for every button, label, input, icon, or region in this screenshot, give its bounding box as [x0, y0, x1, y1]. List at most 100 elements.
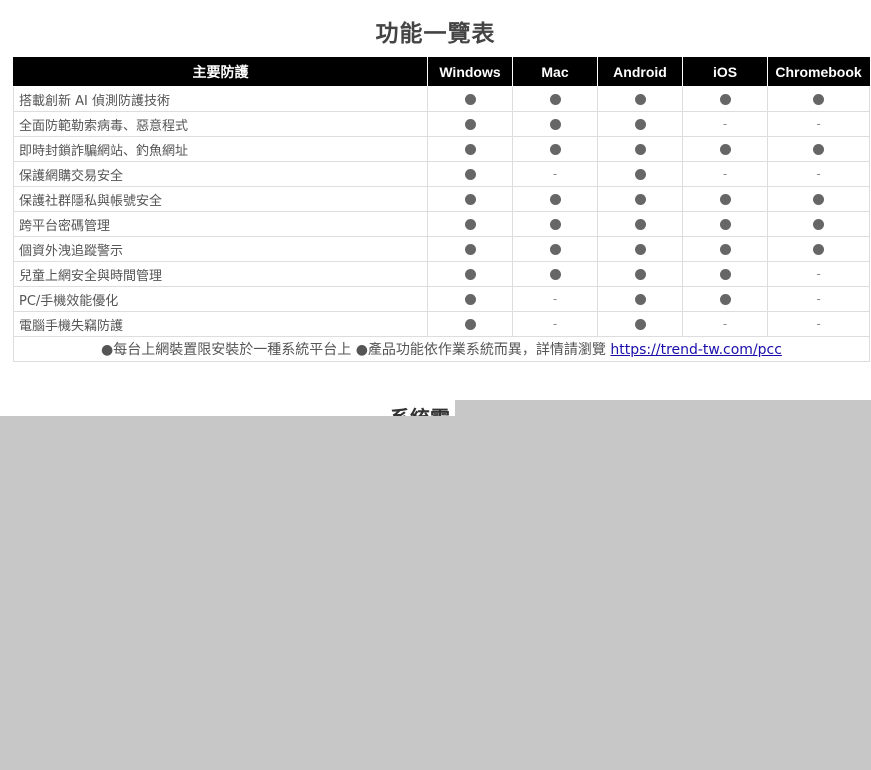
supported-dot-icon: [719, 268, 731, 280]
unsupported-dash: -: [722, 166, 728, 181]
unsupported-cell: -: [682, 111, 768, 137]
supported-dot-icon: [634, 168, 646, 180]
supported-dot-icon: [719, 293, 731, 305]
supported-dot-icon: [813, 193, 824, 205]
supported-cell: [427, 111, 513, 137]
supported-cell: [767, 136, 870, 162]
unsupported-cell: -: [512, 161, 598, 187]
supported-cell: [767, 236, 870, 262]
unsupported-cell: -: [512, 311, 598, 337]
supported-dot-icon: [549, 118, 561, 130]
supported-cell: [512, 136, 598, 162]
column-header: Chromebook: [767, 57, 870, 87]
supported-cell: [597, 236, 683, 262]
supported-dot-icon: [634, 218, 646, 230]
supported-dot-icon: [813, 218, 824, 230]
table-footer-row: ●每台上網裝置限安裝於一種系統平台上 ●產品功能依作業系統而異，詳情請瀏覽 ht…: [13, 336, 870, 362]
table-row: 搭載創新 AI 偵測防護技術: [13, 86, 870, 112]
unsupported-dash: -: [816, 316, 821, 331]
supported-cell: [767, 186, 870, 212]
feature-name: 跨平台密碼管理: [13, 211, 428, 237]
unsupported-cell: -: [767, 111, 870, 137]
supported-dot-icon: [634, 268, 646, 280]
table-row: 即時封鎖詐騙網站、釣魚網址: [13, 136, 870, 162]
supported-dot-icon: [813, 143, 824, 155]
supported-cell: [682, 136, 768, 162]
feature-name: 即時封鎖詐騙網站、釣魚網址: [13, 136, 428, 162]
feature-comparison-table: 主要防護 Windows Mac Android iOS Chromebook 搭載創新 …: [13, 57, 870, 362]
table-row: 跨平台密碼管理: [13, 211, 870, 237]
unsupported-dash: -: [552, 291, 558, 306]
table-row: 個資外洩追蹤警示: [13, 236, 870, 262]
feature-name: 兒童上網安全與時間管理: [13, 261, 428, 287]
footer-note: ●每台上網裝置限安裝於一種系統平台上 ●產品功能依作業系統而異，詳情請瀏覽 ht…: [13, 336, 870, 362]
supported-dot-icon: [464, 268, 476, 280]
feature-name: 個資外洩追蹤警示: [13, 236, 428, 262]
page-title: 功能一覽表: [375, 21, 496, 47]
loading-placeholder: [0, 416, 871, 770]
unsupported-cell: -: [767, 261, 870, 287]
unsupported-dash: -: [552, 166, 558, 181]
unsupported-cell: -: [767, 311, 870, 337]
feature-name: 搭載創新 AI 偵測防護技術: [13, 86, 428, 112]
table-row: 兒童上網安全與時間管理 -: [13, 261, 870, 287]
supported-dot-icon: [464, 118, 476, 130]
supported-dot-icon: [634, 293, 646, 305]
supported-dot-icon: [813, 93, 824, 105]
supported-cell: [682, 286, 768, 312]
column-header: Mac: [512, 57, 598, 87]
supported-dot-icon: [634, 143, 646, 155]
supported-dot-icon: [634, 318, 646, 330]
unsupported-dash: -: [816, 116, 821, 131]
feature-name: 保護社群隱私與帳號安全: [13, 186, 428, 212]
supported-cell: [682, 186, 768, 212]
supported-dot-icon: [634, 243, 646, 255]
supported-cell: [767, 86, 870, 112]
supported-dot-icon: [549, 218, 561, 230]
supported-cell: [512, 186, 598, 212]
supported-cell: [512, 261, 598, 287]
table-row: 保護社群隱私與帳號安全: [13, 186, 870, 212]
section-heading-system-requirements: 系統需: [390, 403, 450, 417]
unsupported-cell: -: [767, 286, 870, 312]
supported-dot-icon: [634, 118, 646, 130]
supported-dot-icon: [719, 193, 731, 205]
supported-dot-icon: [719, 143, 731, 155]
supported-dot-icon: [464, 93, 476, 105]
supported-cell: [682, 211, 768, 237]
column-header: iOS: [682, 57, 768, 87]
supported-cell: [512, 236, 598, 262]
supported-cell: [597, 311, 683, 337]
supported-cell: [682, 86, 768, 112]
unsupported-dash: -: [816, 291, 821, 306]
unsupported-dash: -: [722, 316, 728, 331]
feature-name: 全面防範勒索病毒、惡意程式: [13, 111, 428, 137]
supported-cell: [427, 186, 513, 212]
supported-cell: [427, 311, 513, 337]
supported-dot-icon: [719, 243, 731, 255]
table-row: 電腦手機失竊防護 - - -: [13, 311, 870, 337]
table-row: PC/手機效能優化 - -: [13, 286, 870, 312]
supported-cell: [427, 211, 513, 237]
product-info-link[interactable]: https://trend-tw.com/pcc: [610, 342, 782, 358]
supported-dot-icon: [719, 218, 731, 230]
feature-name: PC/手機效能優化: [13, 286, 428, 312]
column-header: 主要防護: [13, 57, 428, 87]
supported-cell: [597, 136, 683, 162]
unsupported-cell: -: [767, 161, 870, 187]
supported-cell: [427, 236, 513, 262]
supported-cell: [427, 161, 513, 187]
unsupported-dash: -: [552, 316, 558, 331]
table-header-row: 主要防護 Windows Mac Android iOS Chromebook: [13, 57, 870, 87]
supported-dot-icon: [549, 143, 561, 155]
supported-dot-icon: [464, 193, 476, 205]
footer-note-text: ●每台上網裝置限安裝於一種系統平台上 ●產品功能依作業系統而異，詳情請瀏覽: [101, 342, 611, 358]
table-row: 全面防範勒索病毒、惡意程式 - -: [13, 111, 870, 137]
supported-cell: [512, 86, 598, 112]
unsupported-cell: -: [682, 161, 768, 187]
supported-cell: [682, 261, 768, 287]
supported-cell: [597, 161, 683, 187]
unsupported-dash: -: [816, 166, 821, 181]
feature-name: 電腦手機失竊防護: [13, 311, 428, 337]
supported-cell: [597, 111, 683, 137]
